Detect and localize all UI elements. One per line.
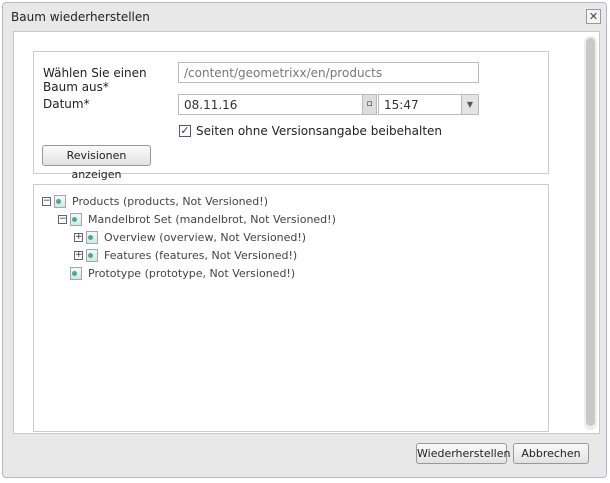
keep-unversioned-label: Seiten ohne Versionsangabe beibehalten <box>196 124 443 138</box>
dialog-body: Wählen Sie einen Baum aus* Datum* ▫ ▼ ✓ … <box>13 31 600 434</box>
close-icon[interactable]: ✕ <box>586 9 601 24</box>
tree-node-label: Mandelbrot Set (mandelbrot, Not Versione… <box>88 212 336 226</box>
show-revisions-button[interactable]: Revisionen anzeigen <box>42 145 151 181</box>
chevron-down-icon[interactable]: ▼ <box>461 95 478 114</box>
expand-icon[interactable]: + <box>74 232 83 242</box>
tree-node[interactable]: + Features (features, Not Versioned!) <box>74 247 297 263</box>
tree-node-label: Overview (overview, Not Versioned!) <box>104 230 307 244</box>
restore-tree-dialog: Baum wiederherstellen ✕ Wählen Sie einen… <box>2 2 607 478</box>
tree-node-label: Products (products, Not Versioned!) <box>72 194 268 208</box>
page-icon <box>86 248 98 262</box>
page-tree: − Products (products, Not Versioned!) − Man… <box>33 184 549 432</box>
page-icon <box>86 230 98 244</box>
tree-node-label: Features (features, Not Versioned!) <box>104 248 298 262</box>
date-label: Datum* <box>43 97 90 111</box>
page-icon <box>54 194 66 208</box>
tree-node[interactable]: Prototype (prototype, Not Versioned!) <box>58 265 295 281</box>
restore-form: Wählen Sie einen Baum aus* Datum* ▫ ▼ ✓ … <box>33 51 549 181</box>
expand-icon[interactable]: + <box>74 250 83 260</box>
collapse-icon[interactable]: − <box>42 196 51 206</box>
tree-path-input[interactable] <box>178 62 479 83</box>
cancel-button[interactable]: Abbrechen <box>513 443 589 464</box>
scrollbar[interactable] <box>584 36 597 430</box>
restore-button[interactable]: Wiederherstellen <box>416 443 510 464</box>
collapse-icon[interactable]: − <box>58 214 67 224</box>
page-icon <box>70 212 82 226</box>
tree-node[interactable]: + Overview (overview, Not Versioned!) <box>74 229 306 245</box>
dialog-title: Baum wiederherstellen <box>11 10 150 24</box>
tree-node[interactable]: − Products (products, Not Versioned!) <box>42 193 268 209</box>
calendar-icon[interactable]: ▫ <box>362 95 376 114</box>
page-icon <box>70 266 82 280</box>
checkbox-checked-icon[interactable]: ✓ <box>179 125 191 137</box>
date-input[interactable] <box>178 94 377 115</box>
tree-label: Wählen Sie einen Baum aus* <box>43 66 147 94</box>
scrollbar-thumb[interactable] <box>586 38 595 426</box>
tree-node[interactable]: − Mandelbrot Set (mandelbrot, Not Version… <box>58 211 336 227</box>
tree-node-label: Prototype (prototype, Not Versioned!) <box>88 266 296 280</box>
keep-unversioned-checkbox[interactable]: ✓ Seiten ohne Versionsangabe beibehalten <box>179 124 442 138</box>
